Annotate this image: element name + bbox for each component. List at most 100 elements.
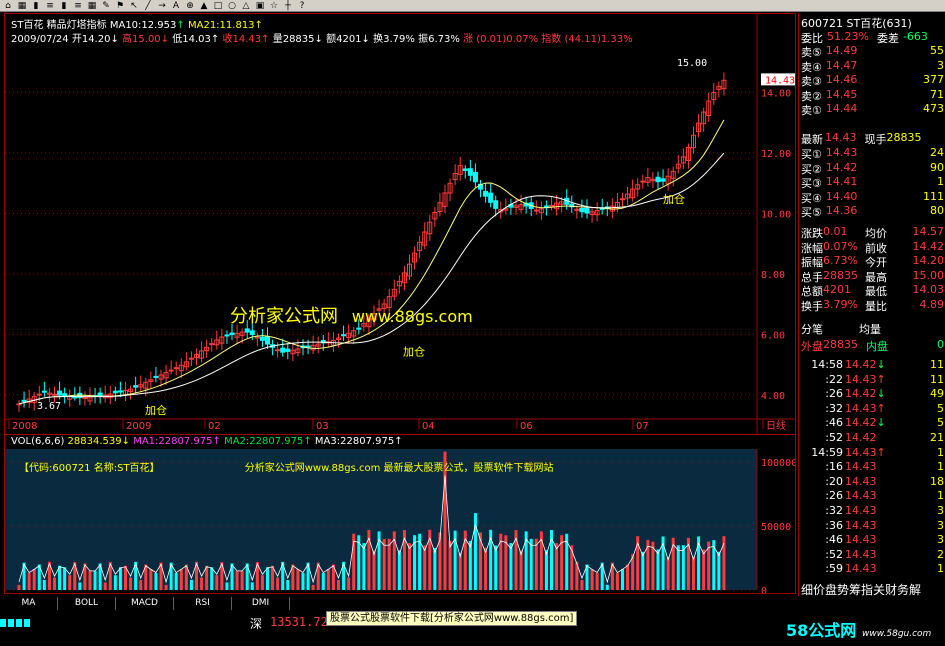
- tick-price: 14.42: [845, 431, 877, 444]
- tick-volume: 3: [937, 533, 944, 547]
- tri-icon[interactable]: △: [240, 1, 252, 11]
- stat-row[interactable]: 涨幅 0.07% 前收 14.42: [801, 240, 944, 255]
- candle-body: [62, 393, 68, 397]
- tick-row[interactable]: :52 14.43 2: [801, 548, 944, 562]
- tick-row[interactable]: :16 14.43 1: [801, 460, 944, 474]
- panel-title-row[interactable]: 600721 ST百花(631): [801, 15, 944, 30]
- tick-row[interactable]: :26 14.43 1: [801, 489, 944, 503]
- tick-row[interactable]: :46 14.42 ↓ 5: [801, 416, 944, 430]
- chart-icon[interactable]: ▲: [198, 1, 210, 11]
- panel-footer-tabs[interactable]: 细价盘势筹指关财务解: [801, 581, 944, 597]
- market-index: 13531.72: [270, 615, 328, 629]
- tick-time: :46: [825, 533, 843, 547]
- volume-bar: [656, 549, 660, 590]
- tick-row[interactable]: 14:59 14.43 ↑ 1: [801, 446, 944, 460]
- ma21-line: [18, 152, 725, 405]
- volume-axis-label: 100000: [761, 458, 795, 469]
- waipan-row[interactable]: 外盘 28835 内盘 0: [801, 338, 944, 353]
- bars-icon[interactable]: ▮: [30, 1, 42, 11]
- pen-icon[interactable]: ✎: [100, 1, 112, 11]
- bars-icon[interactable]: ▮: [58, 1, 70, 11]
- stat-row[interactable]: 振幅 6.73% 今开 14.20: [801, 254, 944, 269]
- stat-row[interactable]: 总额 4201 最低 14.03: [801, 283, 944, 299]
- list-icon[interactable]: ≡: [72, 1, 84, 11]
- latest-value: 14.43: [825, 131, 857, 144]
- tab-rsi[interactable]: RSI: [174, 597, 232, 610]
- sell-volume: 473: [923, 102, 944, 116]
- tab-dmi[interactable]: DMI: [232, 597, 290, 610]
- buy-row[interactable]: 买③ 14.41 1: [801, 175, 944, 190]
- stat-row[interactable]: 总手 28835 最高 15.00: [801, 269, 944, 284]
- text-icon[interactable]: A: [170, 1, 182, 11]
- kline-canvas[interactable]: 14.00 12.00 10.00 8.00 6.00 4.00 2008 2009 02 03 0…: [5, 14, 795, 434]
- buy-row[interactable]: 买① 14.43 24: [801, 146, 944, 161]
- sell-row[interactable]: 卖④ 14.47 3: [801, 59, 944, 74]
- tick-price: 14.43: [845, 401, 877, 415]
- volume-bar: [722, 536, 726, 590]
- sell-row[interactable]: 卖⑤ 14.49 55: [801, 44, 944, 59]
- sell-row[interactable]: 卖① 14.44 473: [801, 102, 944, 117]
- weicha-value: -663: [902, 30, 928, 43]
- sell-row[interactable]: 卖② 14.45 71: [801, 88, 944, 103]
- quote-panel: 600721 ST百花(631) 委比 51.23% 委差 -663 卖⑤ 14.49 55 卖…: [798, 13, 945, 597]
- kline-chart[interactable]: ST百花 精品灯塔指标 MA10:12.953↑ MA21:11.813↑ 20…: [4, 13, 796, 435]
- volume-axis-label: 50000: [761, 522, 791, 533]
- square-icon[interactable]: □: [212, 1, 224, 11]
- volume-bar: [210, 567, 214, 590]
- volume-bar: [129, 577, 133, 590]
- tab-ma[interactable]: MA: [0, 597, 58, 610]
- volume-bar: [615, 573, 619, 590]
- buy-row[interactable]: 买④ 14.40 111: [801, 190, 944, 205]
- list-icon[interactable]: ≡: [44, 1, 56, 11]
- tick-row[interactable]: :46 14.43 3: [801, 533, 944, 547]
- tick-row[interactable]: :52 14.42 21: [801, 431, 944, 445]
- sell-row[interactable]: 卖③ 14.46 377: [801, 73, 944, 88]
- volume-chart[interactable]: VOL(6,6,6) 28834.539↓ MA1:22807.975↑ MA2…: [4, 434, 796, 594]
- stat-value: 4201: [823, 283, 851, 297]
- stat-row[interactable]: 涨跌 0.01 均价 14.57: [801, 225, 944, 240]
- grid-icon[interactable]: ▦: [86, 1, 98, 11]
- junliang-label: 均量: [859, 323, 881, 336]
- grid-icon[interactable]: ▦: [16, 1, 28, 11]
- volume-bar: [433, 547, 437, 590]
- star-icon[interactable]: ☆: [268, 1, 280, 11]
- stat-label: 量比: [865, 300, 887, 313]
- flag-icon[interactable]: ⚑: [114, 1, 126, 11]
- home-icon[interactable]: ⌂: [2, 1, 14, 11]
- tick-row[interactable]: :20 14.43 18: [801, 475, 944, 489]
- tick-row[interactable]: :36 14.43 3: [801, 519, 944, 533]
- cursor-icon[interactable]: ↖: [128, 1, 140, 11]
- buy-row[interactable]: 买② 14.42 90: [801, 161, 944, 176]
- candle-body: [549, 204, 554, 207]
- zoom-icon[interactable]: ⊕: [184, 1, 196, 11]
- arrow-icon[interactable]: →: [156, 1, 168, 11]
- tab-macd[interactable]: MACD: [116, 597, 174, 610]
- lock-icon[interactable]: ▣: [254, 1, 266, 11]
- buy-volume: 24: [930, 146, 944, 159]
- fenbi-row[interactable]: 分笔 均量: [801, 321, 944, 336]
- tick-time: :22: [825, 372, 843, 386]
- tick-row[interactable]: :26 14.42 ↓ 49: [801, 387, 944, 401]
- ma10-line: [18, 119, 725, 405]
- watermark-cn: 分析家公式网: [230, 306, 338, 327]
- tick-row[interactable]: :22 14.43 ↑ 11: [801, 373, 944, 387]
- tick-volume: 21: [930, 431, 944, 444]
- volume-bar: [641, 551, 645, 590]
- stat-label: 最低: [865, 285, 887, 299]
- tick-row[interactable]: :32 14.43 3: [801, 504, 944, 518]
- tab-boll[interactable]: BOLL: [58, 597, 116, 610]
- neipan-value: 0: [937, 338, 944, 351]
- help-icon[interactable]: ?: [296, 1, 308, 11]
- latest-row[interactable]: 最新 14.43 现手 28835: [801, 131, 944, 146]
- tick-row[interactable]: :32 14.43 ↑ 5: [801, 402, 944, 416]
- weibi-row[interactable]: 委比 51.23% 委差 -663: [801, 30, 944, 45]
- volume-bar: [27, 572, 31, 590]
- date-axis-label: 03: [316, 421, 329, 432]
- ruler-icon[interactable]: ┼: [282, 1, 294, 11]
- circle-icon[interactable]: ○: [226, 1, 238, 11]
- line-icon[interactable]: ╱: [142, 1, 154, 11]
- buy-row[interactable]: 买⑤ 14.36 80: [801, 204, 944, 219]
- tick-row[interactable]: 14:58 14.42 ↓ 11: [801, 358, 944, 372]
- stat-row[interactable]: 换手 3.79% 量比 4.89: [801, 298, 944, 313]
- tick-row[interactable]: :59 14.43 1: [801, 562, 944, 576]
